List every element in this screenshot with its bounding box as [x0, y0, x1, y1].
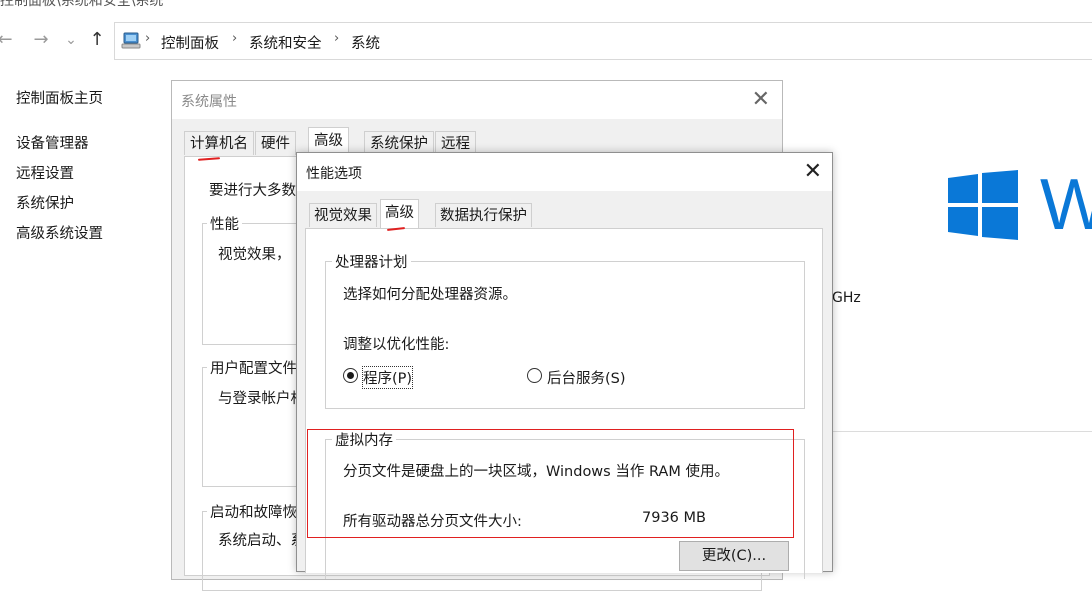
- back-arrow-icon[interactable]: ←: [0, 28, 16, 52]
- tab-computer-name[interactable]: 计算机名: [184, 131, 254, 155]
- performance-group-title: 性能: [207, 213, 242, 234]
- dialog-caption: 性能选项 ✕: [297, 153, 832, 191]
- forward-arrow-icon[interactable]: →: [30, 28, 52, 52]
- dialog-title: 性能选项: [306, 166, 362, 182]
- breadcrumb-system[interactable]: 系统: [351, 32, 380, 53]
- change-button[interactable]: 更改(C)...: [679, 541, 789, 571]
- breadcrumb-separator: ›: [334, 31, 340, 46]
- background-services-radio-label[interactable]: 后台服务(S): [547, 367, 626, 388]
- section-divider: [832, 431, 1092, 432]
- sidebar-home-link[interactable]: 控制面板主页: [16, 87, 103, 108]
- tab-hardware[interactable]: 硬件: [255, 131, 296, 155]
- windows-logo-icon: [948, 170, 1018, 240]
- programs-radio-label[interactable]: 程序(P): [361, 366, 414, 389]
- performance-text: 视觉效果，: [218, 247, 291, 263]
- cpu-speed-fragment: GHz: [832, 290, 861, 306]
- programs-radio[interactable]: [343, 368, 358, 383]
- dialog-caption: 系统属性 ✕: [172, 81, 782, 119]
- address-bar[interactable]: › 控制面板 › 系统和安全 › 系统: [114, 22, 1092, 60]
- windows-brand-letter: W: [1040, 165, 1092, 245]
- close-icon[interactable]: ✕: [804, 159, 822, 184]
- breadcrumb-separator: ›: [232, 31, 238, 46]
- sidebar-item-advanced-settings[interactable]: 高级系统设置: [16, 222, 103, 243]
- sidebar-item-device-manager[interactable]: 设备管理器: [16, 132, 89, 153]
- tab-data-execution-prevention[interactable]: 数据执行保护: [435, 203, 532, 227]
- user-profiles-text: 与登录帐户相: [218, 391, 305, 407]
- history-dropdown-icon[interactable]: ⌄: [60, 28, 82, 52]
- window-title-bar: 控制面板\系统和安全\系统: [0, 0, 1092, 20]
- adjust-performance-label: 调整以优化性能:: [343, 337, 450, 353]
- background-services-radio[interactable]: [527, 368, 542, 383]
- dialog-title: 系统属性: [181, 94, 237, 110]
- close-icon[interactable]: ✕: [752, 87, 770, 112]
- breadcrumb-control-panel[interactable]: 控制面板: [161, 32, 219, 53]
- processor-scheduling-title: 处理器计划: [332, 251, 411, 272]
- intro-text: 要进行大多数: [209, 183, 296, 199]
- sidebar-item-remote-settings[interactable]: 远程设置: [16, 162, 74, 183]
- up-arrow-icon[interactable]: ↑: [86, 28, 108, 52]
- annotation-highlight-virtual-memory: [307, 429, 794, 538]
- window-title: 控制面板\系统和安全\系统: [0, 0, 164, 9]
- breadcrumb-separator: ›: [145, 31, 151, 46]
- startup-recovery-text: 系统启动、系: [218, 533, 305, 549]
- control-panel-icon: [121, 32, 141, 54]
- tab-advanced[interactable]: 高级: [380, 199, 419, 229]
- tab-visual-effects[interactable]: 视觉效果: [309, 203, 377, 227]
- breadcrumb-system-security[interactable]: 系统和安全: [249, 32, 322, 53]
- user-profiles-group-title: 用户配置文件: [207, 357, 300, 378]
- navigation-bar: ← → ⌄ ↑ › 控制面板 › 系统和安全 › 系统: [0, 22, 1092, 60]
- sidebar-item-system-protection[interactable]: 系统保护: [16, 192, 74, 213]
- processor-description: 选择如何分配处理器资源。: [343, 287, 517, 303]
